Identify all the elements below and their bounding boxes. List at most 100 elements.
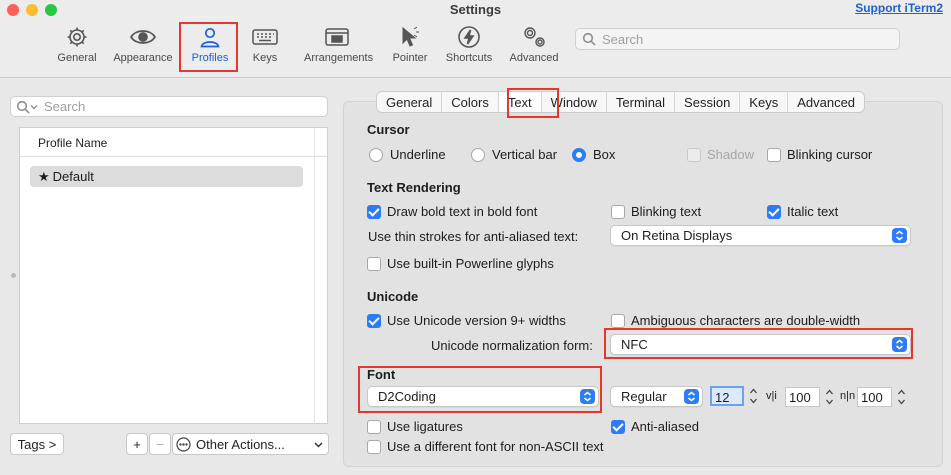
- vertical-spacing-field[interactable]: 100: [785, 387, 820, 407]
- window-title: Settings: [449, 2, 502, 17]
- add-profile-button[interactable]: +: [126, 433, 148, 455]
- font-size-field[interactable]: 12: [710, 386, 744, 406]
- thin-strokes-label: Use thin strokes for anti-aliased text:: [368, 229, 579, 244]
- profile-row-default[interactable]: ★ Default: [30, 166, 303, 187]
- radio-button[interactable]: [369, 147, 383, 162]
- non-ascii-font-checkbox[interactable]: Use a different font for non-ASCII text: [367, 439, 604, 454]
- support-link[interactable]: Support iTerm2: [855, 1, 943, 15]
- ligatures-checkbox[interactable]: Use ligatures: [367, 419, 463, 434]
- column-divider: [314, 128, 315, 425]
- toolbar-advanced[interactable]: Advanced: [501, 22, 567, 72]
- font-weight-select[interactable]: Regular: [610, 386, 703, 407]
- split-view-handle[interactable]: [11, 273, 16, 278]
- option-label: Use a different font for non-ASCII text: [387, 439, 604, 454]
- checkbox[interactable]: [611, 204, 625, 219]
- tags-button[interactable]: Tags >: [10, 433, 64, 455]
- italic-text-checkbox[interactable]: Italic text: [767, 204, 838, 219]
- font-family-select[interactable]: D2Coding: [367, 386, 599, 407]
- cursor-underline-radio[interactable]: Underline: [369, 147, 446, 162]
- unicode-version-checkbox[interactable]: Use Unicode version 9+ widths: [367, 313, 566, 328]
- option-label: Anti-aliased: [631, 419, 699, 434]
- normalization-select[interactable]: NFC: [610, 334, 911, 355]
- select-value: NFC: [621, 337, 648, 352]
- text-rendering-section-title: Text Rendering: [367, 180, 461, 195]
- radio-button[interactable]: [471, 147, 485, 162]
- keyboard-icon: [252, 29, 278, 45]
- cursor-vertical-bar-radio[interactable]: Vertical bar: [471, 147, 557, 162]
- checkbox[interactable]: [367, 419, 381, 434]
- up-down-chevron-icon: [684, 389, 699, 404]
- select-value: Regular: [621, 389, 667, 404]
- chevron-down-icon: [30, 104, 38, 109]
- person-icon: [200, 27, 220, 48]
- tab-terminal[interactable]: Terminal: [607, 92, 676, 112]
- window-stack-icon: [325, 28, 349, 46]
- tab-colors[interactable]: Colors: [442, 92, 499, 112]
- remove-profile-button[interactable]: −: [149, 433, 171, 455]
- settings-search-input[interactable]: [600, 30, 870, 48]
- tab-general[interactable]: General: [377, 92, 443, 112]
- toolbar-label: Shortcuts: [445, 52, 493, 64]
- checkbox[interactable]: [367, 256, 381, 271]
- toolbar-arrangements[interactable]: Arrangements: [304, 22, 374, 72]
- profile-name: Default: [52, 169, 94, 184]
- tab-text[interactable]: Text: [498, 92, 542, 112]
- cursor-shadow-checkbox[interactable]: Shadow: [687, 147, 754, 162]
- checkbox[interactable]: [367, 313, 381, 328]
- tab-window[interactable]: Window: [542, 92, 607, 112]
- profile-name-column-header[interactable]: Profile Name: [20, 128, 327, 425]
- normalization-label: Unicode normalization form:: [431, 338, 593, 353]
- anti-aliased-checkbox[interactable]: Anti-aliased: [611, 419, 699, 434]
- cursor-box-radio[interactable]: Box: [572, 147, 615, 162]
- toolbar-label: Keys: [252, 52, 278, 64]
- checkbox[interactable]: [367, 204, 381, 219]
- more-icon: [176, 436, 191, 452]
- pointer-icon: [402, 26, 419, 47]
- checkbox[interactable]: [611, 313, 625, 328]
- checkbox[interactable]: [367, 439, 381, 454]
- toolbar-general[interactable]: General: [44, 22, 110, 72]
- checkbox[interactable]: [687, 147, 701, 162]
- blinking-cursor-checkbox[interactable]: Blinking cursor: [767, 147, 872, 162]
- ambiguous-width-checkbox[interactable]: Ambiguous characters are double-width: [611, 313, 860, 328]
- unicode-section-title: Unicode: [367, 289, 419, 304]
- toolbar-appearance[interactable]: Appearance: [110, 22, 176, 72]
- toolbar-label: Arrangements: [304, 52, 374, 64]
- toolbar-label: Advanced: [509, 52, 559, 64]
- tab-keys[interactable]: Keys: [740, 92, 789, 112]
- blinking-text-checkbox[interactable]: Blinking text: [611, 204, 701, 219]
- option-label: Use ligatures: [387, 419, 463, 434]
- toolbar-pointer[interactable]: Pointer: [377, 22, 443, 72]
- checkbox[interactable]: [767, 147, 781, 162]
- option-label: Use built-in Powerline glyphs: [387, 256, 554, 271]
- toolbar-shortcuts[interactable]: Shortcuts: [436, 22, 502, 72]
- bold-font-checkbox[interactable]: Draw bold text in bold font: [367, 204, 537, 219]
- profile-search-input[interactable]: [42, 98, 312, 115]
- vertical-spacing-icon: v|i: [766, 390, 777, 402]
- font-size-stepper[interactable]: [748, 386, 759, 406]
- bolt-icon: [458, 26, 480, 48]
- option-label: Vertical bar: [492, 147, 558, 162]
- checkbox[interactable]: [611, 419, 625, 434]
- option-label: Blinking text: [631, 204, 702, 219]
- select-value: D2Coding: [378, 389, 436, 404]
- profile-tab-bar: General Colors Text Window Terminal Sess…: [376, 91, 866, 113]
- checkbox[interactable]: [767, 204, 781, 219]
- thin-strokes-select[interactable]: On Retina Displays: [610, 225, 911, 246]
- profile-search-field[interactable]: [10, 96, 328, 117]
- tab-advanced[interactable]: Advanced: [788, 92, 864, 112]
- radio-button[interactable]: [572, 147, 586, 162]
- font-section-title: Font: [367, 367, 396, 382]
- toolbar-label: General: [57, 52, 97, 64]
- toolbar-keys[interactable]: Keys: [232, 22, 298, 72]
- search-icon: [582, 32, 596, 46]
- tab-session[interactable]: Session: [675, 92, 741, 112]
- horizontal-spacing-stepper[interactable]: [896, 387, 907, 407]
- vertical-spacing-stepper[interactable]: [824, 387, 835, 407]
- star-icon: ★: [38, 169, 50, 184]
- option-label: Shadow: [707, 147, 754, 162]
- settings-search-field[interactable]: [575, 28, 900, 50]
- powerline-glyphs-checkbox[interactable]: Use built-in Powerline glyphs: [367, 256, 554, 271]
- horizontal-spacing-field[interactable]: 100: [857, 387, 892, 407]
- other-actions-menu[interactable]: Other Actions...: [172, 433, 329, 455]
